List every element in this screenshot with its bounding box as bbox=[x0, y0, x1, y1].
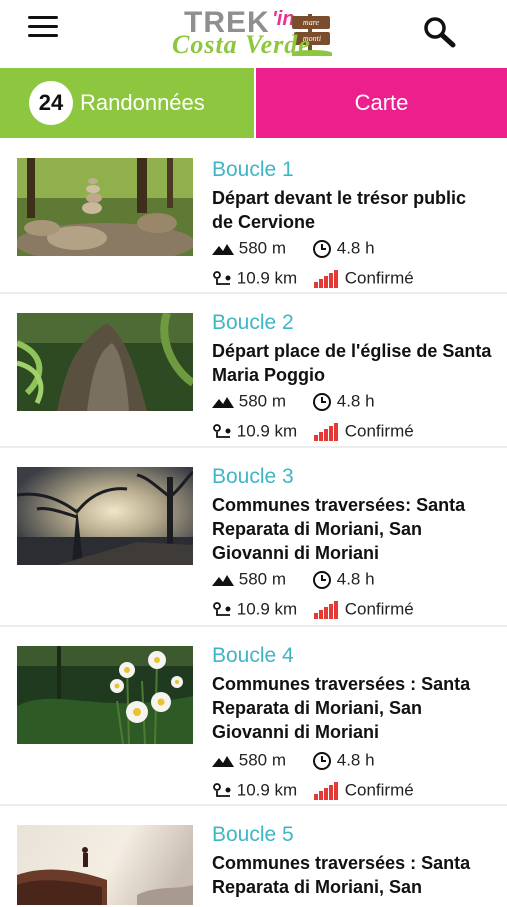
hike-list-item[interactable]: Boucle 2 Départ place de l'église de San… bbox=[0, 295, 507, 448]
level-value: Confirmé bbox=[344, 268, 414, 288]
desc-line: Communes traversées : Santa bbox=[212, 853, 471, 873]
desc-line: Départ place de l'église de Santa bbox=[212, 341, 492, 361]
desc-line: Giovanni di Moriani bbox=[212, 722, 380, 742]
difficulty-bars-icon bbox=[314, 422, 338, 441]
duration-value: 4.8 h bbox=[336, 569, 375, 589]
hike-level: Confirmé bbox=[314, 780, 414, 802]
duration-value: 4.8 h bbox=[336, 750, 375, 770]
clock-icon bbox=[313, 392, 331, 411]
hike-elevation: 580 m bbox=[212, 569, 286, 591]
divider bbox=[0, 804, 507, 806]
hike-distance: 10.9 km bbox=[212, 599, 297, 621]
desc-line: Communes traversées : Santa bbox=[212, 674, 471, 694]
hike-title: Boucle 4 bbox=[212, 644, 294, 667]
mountain-icon bbox=[212, 755, 234, 767]
hike-duration: 4.8 h bbox=[312, 750, 375, 772]
desc-line: Reparata di Moriani, San bbox=[212, 519, 423, 539]
hike-title: Boucle 3 bbox=[212, 465, 294, 488]
hike-distance: 10.9 km bbox=[212, 780, 297, 802]
clock-icon bbox=[313, 239, 331, 258]
hike-photo bbox=[17, 313, 193, 411]
hike-duration: 4.8 h bbox=[312, 238, 375, 260]
duration-value: 4.8 h bbox=[336, 238, 375, 258]
hike-title: Boucle 1 bbox=[212, 158, 294, 181]
level-value: Confirmé bbox=[344, 599, 414, 619]
hike-duration: 4.8 h bbox=[312, 569, 375, 591]
tab-bar: 24 Randonnées Carte bbox=[0, 68, 507, 138]
hike-count-badge: 24 bbox=[29, 81, 73, 125]
desc-line: Maria Poggio bbox=[212, 365, 326, 385]
logo-sign-top: mare bbox=[292, 16, 330, 29]
hike-level: Confirmé bbox=[314, 599, 414, 621]
mountain-icon bbox=[212, 396, 234, 408]
tab-hikes-label: Randonnées bbox=[80, 90, 205, 115]
route-icon bbox=[213, 601, 231, 616]
desc-line: Giovanni di Moriani bbox=[212, 543, 380, 563]
desc-line: Communes traversées: Santa bbox=[212, 495, 466, 515]
hike-duration: 4.8 h bbox=[312, 391, 375, 413]
search-icon[interactable] bbox=[420, 14, 462, 50]
clock-icon bbox=[313, 570, 331, 589]
distance-value: 10.9 km bbox=[236, 268, 298, 288]
route-icon bbox=[213, 270, 231, 285]
difficulty-bars-icon bbox=[314, 781, 338, 800]
route-icon bbox=[213, 782, 231, 797]
hike-description: Départ place de l'église de Santa Maria … bbox=[212, 339, 507, 387]
hike-elevation: 580 m bbox=[212, 238, 286, 260]
elevation-value: 580 m bbox=[238, 238, 286, 258]
distance-value: 10.9 km bbox=[236, 780, 298, 800]
tab-map[interactable]: Carte bbox=[256, 68, 507, 138]
desc-line: Reparata di Moriani, San bbox=[212, 877, 423, 897]
level-value: Confirmé bbox=[344, 780, 414, 800]
hike-photo bbox=[17, 825, 193, 905]
hike-level: Confirmé bbox=[314, 268, 414, 290]
elevation-value: 580 m bbox=[238, 569, 286, 589]
hike-list-item[interactable]: Boucle 3 Communes traversées: Santa Repa… bbox=[0, 449, 507, 627]
difficulty-bars-icon bbox=[314, 269, 338, 288]
hike-description: Communes traversées : Santa Reparata di … bbox=[212, 851, 507, 899]
route-icon bbox=[213, 423, 231, 438]
divider bbox=[0, 625, 507, 627]
hike-description: Départ devant le trésor public de Cervio… bbox=[212, 186, 507, 234]
distance-value: 10.9 km bbox=[236, 599, 298, 619]
logo-subtitle: Costa Verde bbox=[172, 30, 311, 59]
tab-hikes[interactable]: 24 Randonnées bbox=[0, 68, 254, 138]
hike-elevation: 580 m bbox=[212, 750, 286, 772]
hike-list-item[interactable]: Boucle 1 Départ devant le trésor public … bbox=[0, 148, 507, 294]
divider bbox=[0, 446, 507, 448]
mountain-icon bbox=[212, 243, 234, 255]
hike-description: Communes traversées: Santa Reparata di M… bbox=[212, 493, 507, 565]
hike-title: Boucle 5 bbox=[212, 823, 294, 846]
hike-elevation: 580 m bbox=[212, 391, 286, 413]
hike-list-item[interactable]: Boucle 5 Communes traversées : Santa Rep… bbox=[0, 807, 507, 907]
app-header: TREK 'in mare monti Costa Verde bbox=[0, 0, 507, 68]
menu-icon[interactable] bbox=[28, 16, 58, 42]
desc-line: Départ devant le trésor public bbox=[212, 188, 467, 208]
elevation-value: 580 m bbox=[238, 750, 286, 770]
desc-line: de Cervione bbox=[212, 212, 316, 232]
duration-value: 4.8 h bbox=[336, 391, 375, 411]
level-value: Confirmé bbox=[344, 421, 414, 441]
difficulty-bars-icon bbox=[314, 600, 338, 619]
hike-photo bbox=[17, 158, 193, 256]
divider bbox=[0, 292, 507, 294]
app-logo: TREK 'in mare monti Costa Verde bbox=[168, 4, 338, 62]
hike-list-item[interactable]: Boucle 4 Communes traversées : Santa Rep… bbox=[0, 628, 507, 806]
mountain-icon bbox=[212, 574, 234, 586]
hike-distance: 10.9 km bbox=[212, 268, 297, 290]
hike-photo bbox=[17, 467, 193, 565]
clock-icon bbox=[313, 751, 331, 770]
elevation-value: 580 m bbox=[238, 391, 286, 411]
hike-distance: 10.9 km bbox=[212, 421, 297, 443]
hike-title: Boucle 2 bbox=[212, 311, 294, 334]
hike-level: Confirmé bbox=[314, 421, 414, 443]
hike-photo bbox=[17, 646, 193, 744]
hike-description: Communes traversées : Santa Reparata di … bbox=[212, 672, 507, 744]
distance-value: 10.9 km bbox=[236, 421, 298, 441]
desc-line: Reparata di Moriani, San bbox=[212, 698, 423, 718]
tab-map-label: Carte bbox=[354, 90, 409, 115]
